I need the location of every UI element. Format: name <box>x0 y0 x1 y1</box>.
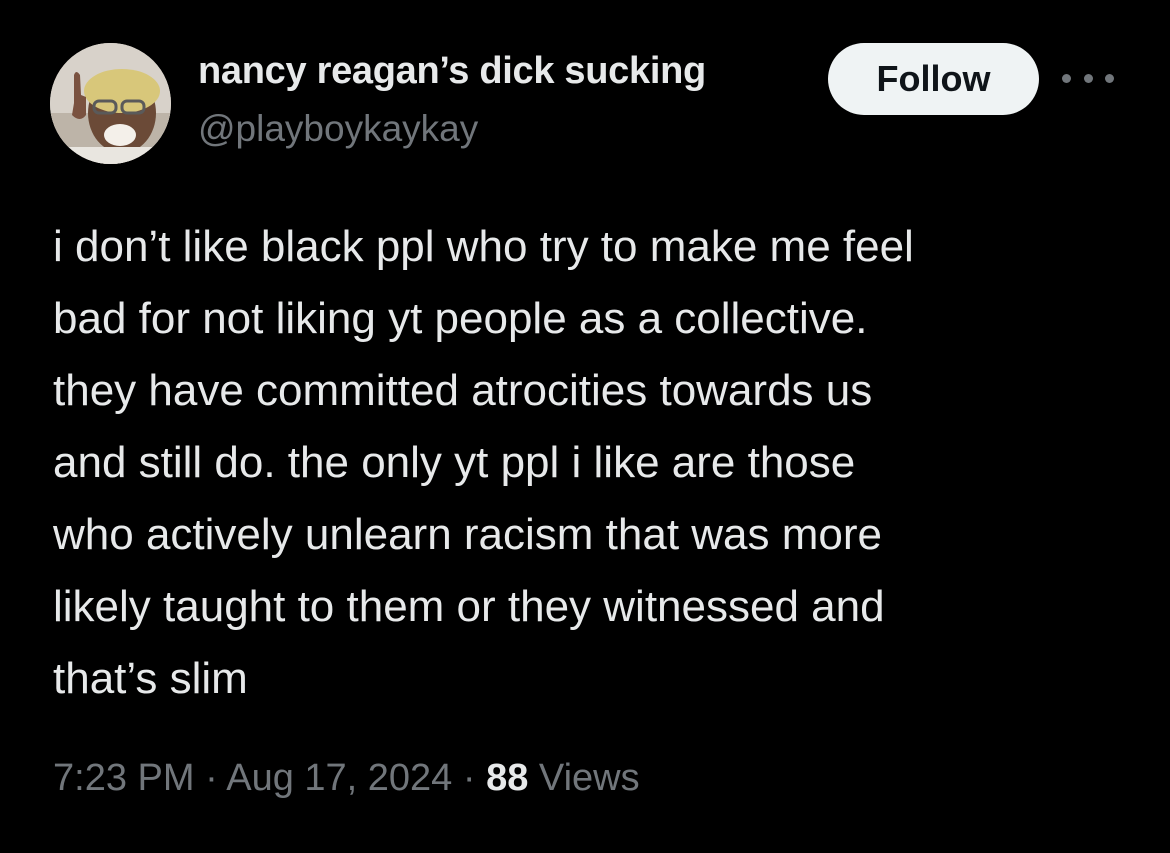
tweet-line: likely taught to them or they witnessed … <box>53 582 885 631</box>
tweet: nancy reagan’s dick sucking @playboykayk… <box>0 0 1170 853</box>
views-label: Views <box>528 757 640 799</box>
tweet-line: and still do. the only yt ppl i like are… <box>53 438 856 487</box>
tweet-time[interactable]: 7:23 PM <box>53 757 195 799</box>
tweet-text: i don’t like black ppl who try to make m… <box>53 211 1133 715</box>
tweet-line: i don’t like black ppl who try to make m… <box>53 222 914 271</box>
avatar[interactable] <box>50 43 171 164</box>
tweet-line: bad for not liking yt people as a collec… <box>53 294 868 343</box>
tweet-line: they have committed atrocities towards u… <box>53 366 873 415</box>
tweet-date[interactable]: Aug 17, 2024 <box>226 757 452 799</box>
meta-separator: · <box>194 757 227 799</box>
user-handle[interactable]: @playboykaykay <box>198 108 478 150</box>
follow-button[interactable]: Follow <box>828 43 1039 115</box>
tweet-line: that’s slim <box>53 654 248 703</box>
more-dot <box>1105 73 1114 83</box>
tweet-line: who actively unlearn racism that was mor… <box>53 510 882 559</box>
tweet-meta: 7:23 PM · Aug 17, 2024 · 88 Views <box>53 757 640 800</box>
meta-separator: · <box>452 757 487 799</box>
avatar-image <box>50 43 171 164</box>
more-dot <box>1062 73 1071 83</box>
more-dot <box>1083 73 1093 83</box>
display-name[interactable]: nancy reagan’s dick sucking <box>198 50 706 93</box>
more-horizontal-icon[interactable] <box>1062 66 1114 90</box>
views-count[interactable]: 88 <box>486 757 528 799</box>
